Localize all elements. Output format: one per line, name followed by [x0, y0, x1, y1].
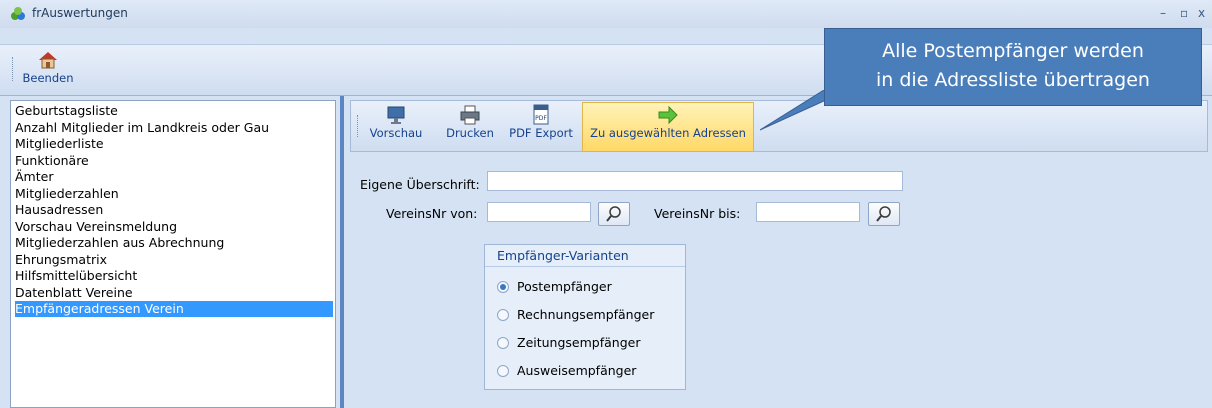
splitter[interactable]	[340, 96, 344, 408]
magnifier-icon	[606, 206, 621, 222]
list-item[interactable]: Anzahl Mitglieder im Landkreis oder Gau	[15, 120, 333, 136]
house-icon	[39, 52, 57, 69]
callout-line-1: Alle Postempfänger werden	[882, 40, 1144, 62]
exit-button[interactable]: Beenden	[22, 49, 74, 91]
pdf-export-label: PDF Export	[509, 126, 573, 140]
club-to-label: VereinsNr bis:	[654, 206, 741, 221]
list-item[interactable]: Mitgliederliste	[15, 136, 333, 152]
close-icon[interactable]: x	[1198, 6, 1205, 20]
list-item[interactable]: Mitgliederzahlen aus Abrechnung	[15, 235, 333, 251]
pdf-export-button[interactable]: PDF PDF Export	[504, 104, 578, 150]
preview-button[interactable]: Vorschau	[356, 104, 436, 150]
ribbon-grip[interactable]	[12, 57, 15, 81]
pdf-icon-text: PDF	[535, 115, 547, 122]
radio-label[interactable]: Postempfänger	[517, 279, 612, 294]
transfer-addresses-label: Zu ausgewählten Adressen	[590, 126, 746, 140]
list-item[interactable]: Ämter	[15, 169, 333, 185]
minimize-icon[interactable]: –	[1160, 6, 1166, 20]
recipient-variants-group: Empfänger-Varianten Postempfänger Rechnun…	[484, 244, 686, 390]
print-label: Drucken	[446, 126, 494, 140]
arrow-right-icon	[658, 105, 678, 125]
title-bar: frAuswertungen – ▫ x	[0, 0, 1212, 28]
printer-icon	[460, 105, 480, 125]
club-from-input[interactable]	[487, 202, 591, 222]
maximize-icon[interactable]: ▫	[1180, 6, 1188, 20]
club-to-search-button[interactable]	[868, 202, 900, 226]
radio-button[interactable]	[497, 309, 509, 321]
heading-label: Eigene Überschrift:	[360, 177, 480, 192]
radio-button[interactable]	[497, 337, 509, 349]
pdf-icon: PDF	[533, 104, 549, 125]
list-item[interactable]: Hausadressen	[15, 202, 333, 218]
list-item[interactable]: Hilfsmittelübersicht	[15, 268, 333, 284]
monitor-icon	[387, 106, 405, 124]
list-item[interactable]: Geburtstagsliste	[15, 103, 333, 119]
app-icon	[11, 7, 25, 20]
print-button[interactable]: Drucken	[440, 104, 500, 150]
list-item[interactable]: Funktionäre	[15, 153, 333, 169]
exit-label: Beenden	[22, 71, 74, 85]
radio-button[interactable]	[497, 365, 509, 377]
preview-label: Vorschau	[369, 126, 423, 140]
radio-button[interactable]	[497, 281, 509, 293]
callout-line-2: in die Adressliste übertragen	[876, 69, 1150, 91]
report-list: Geburtstagsliste Anzahl Mitglieder im Lan…	[10, 100, 336, 408]
recipient-variants-title: Empfänger-Varianten	[485, 245, 685, 267]
club-from-search-button[interactable]	[598, 202, 630, 226]
heading-input[interactable]	[487, 171, 903, 191]
club-from-label: VereinsNr von:	[386, 206, 478, 221]
list-item[interactable]: Datenblatt Vereine	[15, 285, 333, 301]
list-item[interactable]: Vorschau Vereinsmeldung	[15, 219, 333, 235]
transfer-addresses-button[interactable]: Zu ausgewählten Adressen	[584, 104, 752, 150]
radio-label[interactable]: Zeitungsempfänger	[517, 335, 640, 350]
magnifier-icon	[876, 206, 891, 222]
club-to-input[interactable]	[756, 202, 860, 222]
list-item[interactable]: Mitgliederzahlen	[15, 186, 333, 202]
list-item[interactable]: Empfängeradressen Verein	[15, 301, 333, 317]
tooltip-callout: Alle Postempfänger werden in die Adressl…	[824, 28, 1202, 106]
radio-label[interactable]: Rechnungsempfänger	[517, 307, 654, 322]
window-title: frAuswertungen	[32, 6, 128, 20]
radio-label[interactable]: Ausweisempfänger	[517, 363, 636, 378]
list-item[interactable]: Ehrungsmatrix	[15, 252, 333, 268]
